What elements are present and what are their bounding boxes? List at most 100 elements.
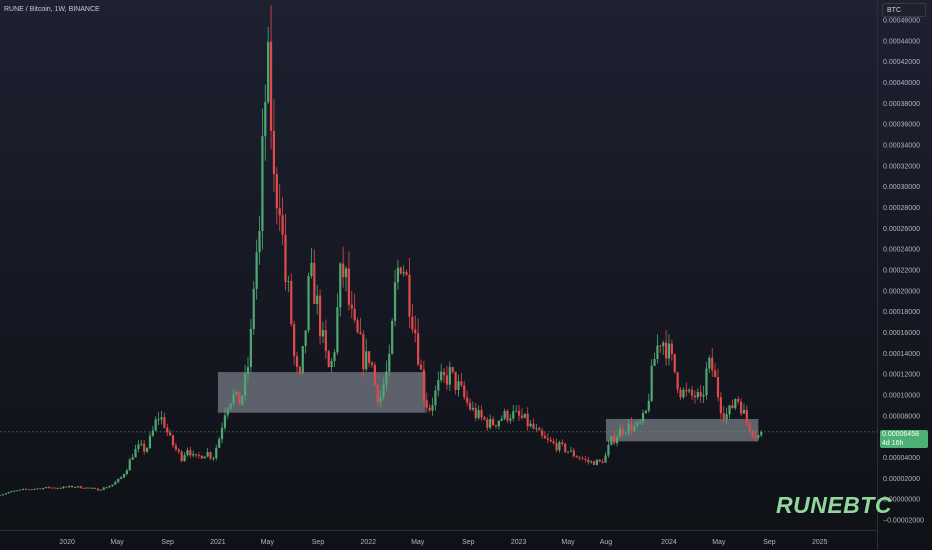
candle-body xyxy=(50,487,54,489)
candle-body xyxy=(705,368,708,395)
candle-body xyxy=(633,426,636,432)
candle-body xyxy=(238,391,241,405)
candle-body xyxy=(278,208,281,216)
candle-body xyxy=(690,389,694,396)
candle-body xyxy=(310,262,313,276)
candle-body xyxy=(206,452,209,457)
time-tick-label: 2021 xyxy=(210,539,226,546)
candle-body xyxy=(347,268,351,305)
candle-body xyxy=(350,304,353,309)
candle-body xyxy=(226,408,229,416)
candle-body xyxy=(483,417,486,420)
candle-body xyxy=(24,489,28,490)
candle-body xyxy=(301,346,304,374)
price-tick-label: 0.00046000 xyxy=(883,18,920,25)
candle-body xyxy=(739,401,743,414)
candle-body xyxy=(272,130,276,175)
time-tick-label: Aug xyxy=(600,539,613,546)
candle-body xyxy=(313,262,316,304)
candle-body xyxy=(552,441,555,444)
symbol-legend: RUNE / Bitcoin, 1W, BINANCE xyxy=(4,6,100,13)
price-chart[interactable]: −0.000020000.000000000.000020000.0000400… xyxy=(0,0,932,550)
candle-body xyxy=(73,487,77,489)
candle-body xyxy=(607,444,610,456)
candle-body xyxy=(243,373,247,396)
candle-body xyxy=(532,423,535,429)
candle-body xyxy=(748,423,751,432)
candle-body xyxy=(287,280,290,282)
price-tick-label: 0.00040000 xyxy=(883,80,920,87)
candle-body xyxy=(595,459,598,465)
candle-body xyxy=(422,369,425,401)
support-zone xyxy=(217,372,426,413)
candle-body xyxy=(111,484,114,487)
candle-body xyxy=(258,231,261,253)
candle-body xyxy=(290,280,293,325)
candle-body xyxy=(339,263,342,308)
candle-body xyxy=(639,421,642,423)
candle-body xyxy=(676,372,679,390)
price-tick-label: 0.00020000 xyxy=(883,288,920,295)
candle-body xyxy=(316,295,319,304)
candle-body xyxy=(679,389,682,398)
candle-body xyxy=(561,442,564,444)
candle-body xyxy=(699,392,702,397)
candle-body xyxy=(108,486,111,488)
candle-body xyxy=(232,393,235,404)
candle-body xyxy=(546,438,549,440)
currency-label[interactable]: BTC xyxy=(882,3,926,17)
candle-body xyxy=(114,481,117,485)
candle-body xyxy=(742,409,746,414)
time-tick-label: Sep xyxy=(312,539,325,546)
candle-body xyxy=(388,353,391,372)
candle-body xyxy=(396,267,400,283)
candle-body xyxy=(140,443,143,445)
candle-body xyxy=(120,477,123,479)
chart-background xyxy=(0,0,932,550)
candle-body xyxy=(102,487,105,490)
candle-body xyxy=(148,435,152,449)
candle-body xyxy=(650,365,653,401)
candle-body xyxy=(624,433,627,435)
candle-body xyxy=(391,320,394,354)
candle-body xyxy=(7,492,10,494)
candle-body xyxy=(641,413,645,422)
candle-body xyxy=(36,488,39,490)
candle-body xyxy=(330,360,333,368)
candle-body xyxy=(598,459,601,462)
candle-body xyxy=(21,489,25,490)
candle-body xyxy=(365,351,368,370)
candle-body xyxy=(414,329,417,334)
candle-body xyxy=(267,41,270,103)
candle-body xyxy=(621,428,624,435)
candle-body xyxy=(342,263,345,278)
candle-body xyxy=(558,442,561,451)
time-tick-label: 2022 xyxy=(360,539,376,546)
candle-body xyxy=(192,454,195,456)
candle-body xyxy=(408,274,411,317)
candle-body xyxy=(509,418,512,421)
candle-body xyxy=(480,410,483,418)
time-tick-label: 2024 xyxy=(661,539,677,546)
time-tick-label: May xyxy=(712,539,726,546)
candle-body xyxy=(402,272,405,274)
candle-body xyxy=(183,455,186,462)
candle-body xyxy=(42,488,45,490)
candle-body xyxy=(419,364,423,370)
candle-body xyxy=(318,295,322,337)
candle-body xyxy=(91,488,94,489)
candle-body xyxy=(385,371,388,385)
candle-body xyxy=(197,455,201,456)
candle-body xyxy=(494,425,498,427)
candle-body xyxy=(428,407,431,411)
candle-body xyxy=(399,267,402,274)
candle-body xyxy=(670,343,673,355)
candle-body xyxy=(99,489,103,491)
candle-body xyxy=(517,410,521,416)
price-tick-label: 0.00044000 xyxy=(883,38,920,45)
candle-body xyxy=(564,443,567,452)
time-tick-label: 2020 xyxy=(59,539,75,546)
candle-body xyxy=(264,102,267,137)
price-tick-label: 0.00002000 xyxy=(883,476,920,483)
candle-body xyxy=(62,486,65,489)
